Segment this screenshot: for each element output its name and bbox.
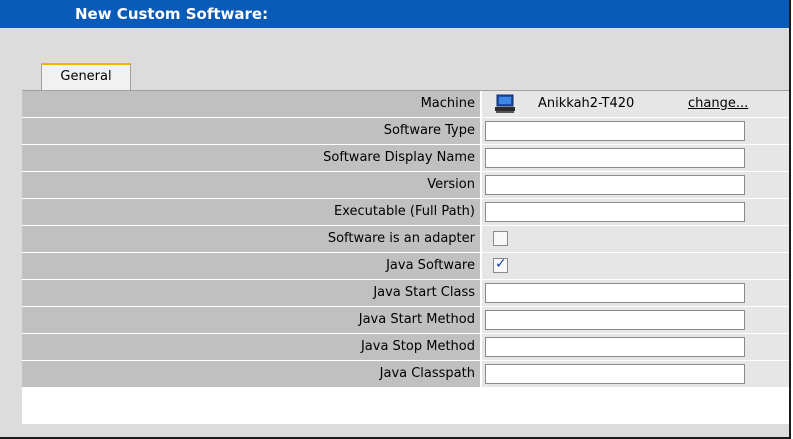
- form-row-machine: Machine Anikkah2-T420 change...: [22, 91, 789, 118]
- form-row-java-classpath: Java Classpath: [22, 361, 789, 388]
- executable-label: Executable (Full Path): [22, 199, 480, 225]
- adapter-label: Software is an adapter: [22, 226, 480, 252]
- java-classpath-cell: [482, 361, 789, 387]
- form-row-software-type: Software Type: [22, 118, 789, 145]
- java-software-label: Java Software: [22, 253, 480, 279]
- java-start-method-input[interactable]: [485, 310, 745, 330]
- form-panel: Machine Anikkah2-T420 change... Software…: [22, 90, 789, 424]
- java-classpath-label: Java Classpath: [22, 361, 480, 387]
- tab-general[interactable]: General: [41, 63, 131, 90]
- form-row-java-start-class: Java Start Class: [22, 280, 789, 307]
- java-start-class-input[interactable]: [485, 283, 745, 303]
- java-stop-method-input[interactable]: [485, 337, 745, 357]
- machine-value-cell: Anikkah2-T420 change...: [482, 91, 789, 117]
- java-start-method-cell: [482, 307, 789, 333]
- java-classpath-input[interactable]: [485, 364, 745, 384]
- adapter-cell: [482, 226, 789, 252]
- form-row-java-start-method: Java Start Method: [22, 307, 789, 334]
- adapter-checkbox[interactable]: [493, 231, 508, 246]
- java-stop-method-label: Java Stop Method: [22, 334, 480, 360]
- form-row-java-software: Java Software: [22, 253, 789, 280]
- software-display-name-cell: [482, 145, 789, 171]
- title-bar: New Custom Software:: [0, 0, 789, 28]
- java-stop-method-cell: [482, 334, 789, 360]
- form-row-java-stop-method: Java Stop Method: [22, 334, 789, 361]
- java-start-class-cell: [482, 280, 789, 306]
- software-type-label: Software Type: [22, 118, 480, 144]
- java-start-method-label: Java Start Method: [22, 307, 480, 333]
- machine-name: Anikkah2-T420: [538, 96, 635, 111]
- software-display-name-label: Software Display Name: [22, 145, 480, 171]
- window-title: New Custom Software:: [75, 5, 269, 23]
- change-machine-link[interactable]: change...: [688, 91, 748, 117]
- computer-icon: [495, 94, 515, 113]
- form-row-version: Version: [22, 172, 789, 199]
- software-type-cell: [482, 118, 789, 144]
- java-software-checkbox[interactable]: [493, 256, 508, 273]
- version-cell: [482, 172, 789, 198]
- java-software-cell: [482, 253, 789, 279]
- form-row-software-display-name: Software Display Name: [22, 145, 789, 172]
- form-row-adapter: Software is an adapter: [22, 226, 789, 253]
- executable-input[interactable]: [485, 202, 745, 222]
- software-type-input[interactable]: [485, 121, 745, 141]
- form-row-executable: Executable (Full Path): [22, 199, 789, 226]
- machine-label: Machine: [22, 91, 480, 117]
- java-start-class-label: Java Start Class: [22, 280, 480, 306]
- version-input[interactable]: [485, 175, 745, 195]
- version-label: Version: [22, 172, 480, 198]
- dialog-window: New Custom Software: General Machine Ani…: [0, 0, 791, 439]
- executable-cell: [482, 199, 789, 225]
- software-display-name-input[interactable]: [485, 148, 745, 168]
